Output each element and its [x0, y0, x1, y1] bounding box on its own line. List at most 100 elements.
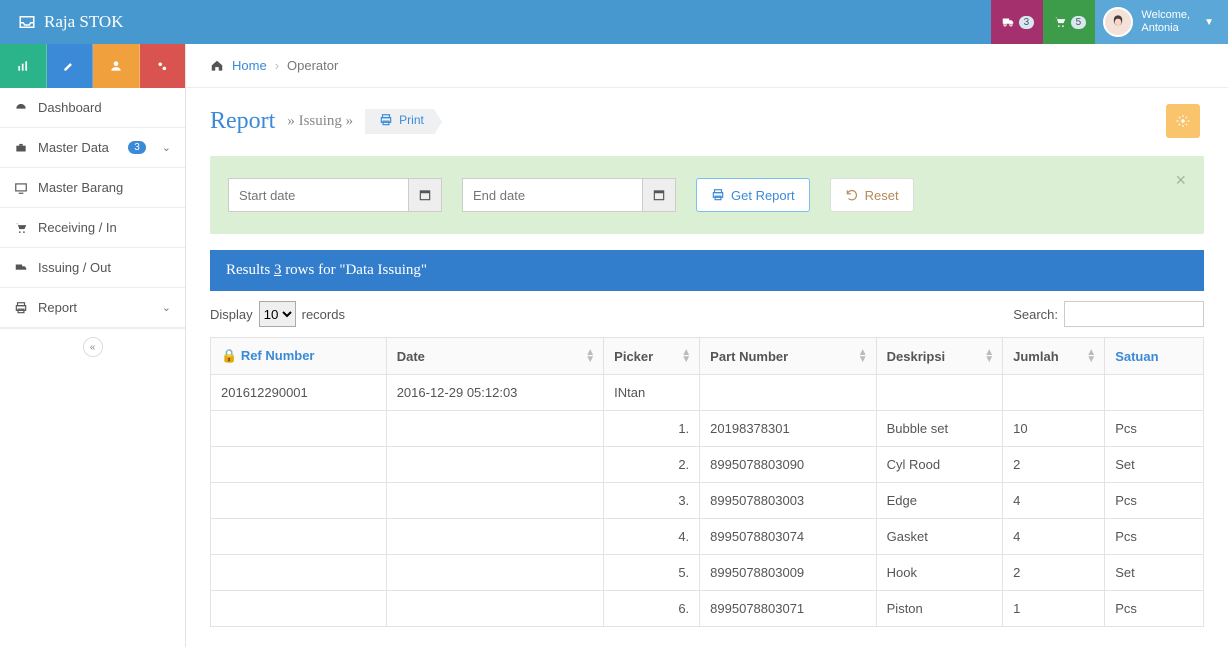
table-cell: 2 — [1003, 447, 1105, 483]
pencil-icon — [62, 59, 76, 73]
end-date-input[interactable] — [462, 178, 676, 212]
search-input[interactable] — [1064, 301, 1204, 327]
get-report-button[interactable]: Get Report — [696, 178, 810, 212]
display-label: Display — [210, 307, 253, 322]
inbox-icon — [18, 13, 36, 31]
breadcrumb: Home › Operator — [186, 44, 1228, 88]
sidebar-item-issuing[interactable]: Issuing / Out — [0, 248, 185, 288]
table-row: 1.20198378301Bubble set10Pcs — [211, 411, 1204, 447]
reset-button[interactable]: Reset — [830, 178, 914, 212]
table-cell: 10 — [1003, 411, 1105, 447]
page-length-select[interactable]: 10 — [259, 301, 296, 327]
table-row: 2.8995078803090Cyl Rood2Set — [211, 447, 1204, 483]
breadcrumb-sep: › — [275, 58, 279, 73]
table-cell: 2016-12-29 05:12:03 — [386, 375, 603, 411]
truck-icon — [1001, 15, 1015, 29]
table-cell: 8995078803071 — [700, 591, 876, 627]
brand-text: Raja STOK — [44, 12, 124, 32]
table-cell — [386, 555, 603, 591]
table-row: 4.8995078803074Gasket4Pcs — [211, 519, 1204, 555]
table-cell: Cyl Rood — [876, 447, 1003, 483]
table-cell: Piston — [876, 591, 1003, 627]
table-cell: Set — [1105, 555, 1204, 591]
print-icon — [711, 188, 725, 202]
sidebar-collapse[interactable]: « — [0, 328, 185, 365]
data-table: 🔒 Ref Number Date▲▼ Picker▲▼ Part Number… — [210, 337, 1204, 627]
chevron-down-icon: ⌄ — [162, 141, 171, 154]
print-button[interactable]: Print — [379, 113, 424, 127]
home-icon — [210, 59, 224, 73]
table-cell: Pcs — [1105, 591, 1204, 627]
table-cell: 20198378301 — [700, 411, 876, 447]
table-cell — [386, 447, 603, 483]
topbar: Raja STOK 3 5 Welcome, Antonia ▼ — [0, 0, 1228, 44]
table-cell: 8995078803090 — [700, 447, 876, 483]
table-controls: Display 10 records Search: — [210, 301, 1204, 327]
sidebar-item-master-barang[interactable]: Master Barang — [0, 168, 185, 208]
table-cell: Pcs — [1105, 411, 1204, 447]
chevron-down-icon: ⌄ — [162, 301, 171, 314]
sidebar-item-report[interactable]: Report ⌄ — [0, 288, 185, 328]
user-menu[interactable]: Welcome, Antonia ▼ — [1095, 0, 1228, 44]
table-cell: 3. — [604, 483, 700, 519]
sidebar-item-master-data[interactable]: Master Data 3 ⌄ — [0, 128, 185, 168]
calendar-icon[interactable] — [408, 178, 442, 212]
table-cell — [211, 483, 387, 519]
sidebar-action-edit[interactable] — [47, 44, 94, 88]
start-date-input[interactable] — [228, 178, 442, 212]
col-desc[interactable]: Deskripsi▲▼ — [876, 338, 1003, 375]
end-date-field[interactable] — [462, 178, 642, 212]
table-cell: Gasket — [876, 519, 1003, 555]
sort-icon: ▲▼ — [984, 349, 994, 363]
sidebar-action-settings[interactable] — [140, 44, 186, 88]
col-date[interactable]: Date▲▼ — [386, 338, 603, 375]
table-cell: 6. — [604, 591, 700, 627]
table-cell — [386, 519, 603, 555]
breadcrumb-current: Operator — [287, 58, 338, 73]
table-cell: Hook — [876, 555, 1003, 591]
table-cell — [700, 375, 876, 411]
table-cell — [1105, 375, 1204, 411]
filter-close-button[interactable]: × — [1175, 170, 1186, 191]
sidebar-item-receiving[interactable]: Receiving / In — [0, 208, 185, 248]
sidebar-badge: 3 — [128, 141, 146, 154]
sidebar-actions — [0, 44, 185, 88]
col-sat[interactable]: Satuan — [1105, 338, 1204, 375]
records-label: records — [302, 307, 345, 322]
sidebar-action-user[interactable] — [93, 44, 140, 88]
col-ref[interactable]: 🔒 Ref Number — [211, 338, 387, 375]
brand[interactable]: Raja STOK — [0, 12, 124, 32]
table-cell — [386, 591, 603, 627]
table-cell: Edge — [876, 483, 1003, 519]
user-icon — [109, 59, 123, 73]
breadcrumb-home[interactable]: Home — [232, 58, 267, 73]
table-cell — [386, 483, 603, 519]
start-date-field[interactable] — [228, 178, 408, 212]
col-part[interactable]: Part Number▲▼ — [700, 338, 876, 375]
topbar-truck-button[interactable]: 3 — [991, 0, 1043, 44]
truck-count: 3 — [1019, 16, 1035, 29]
dashboard-icon — [14, 101, 28, 115]
avatar — [1103, 7, 1133, 37]
table-cell: 4. — [604, 519, 700, 555]
table-cell: 201612290001 — [211, 375, 387, 411]
calendar-icon[interactable] — [642, 178, 676, 212]
page-title: Report — [210, 108, 275, 135]
sidebar-item-label: Master Barang — [38, 180, 123, 195]
table-row: 2016122900012016-12-29 05:12:03INtan — [211, 375, 1204, 411]
table-cell: INtan — [604, 375, 700, 411]
print-icon — [379, 113, 393, 127]
truck-icon — [14, 261, 28, 275]
sidebar-item-dashboard[interactable]: Dashboard — [0, 88, 185, 128]
bars-icon — [16, 59, 30, 73]
sidebar-item-label: Issuing / Out — [38, 260, 111, 275]
topbar-cart-button[interactable]: 5 — [1043, 0, 1095, 44]
sidebar-action-stats[interactable] — [0, 44, 47, 88]
col-picker[interactable]: Picker▲▼ — [604, 338, 700, 375]
sidebar-item-label: Dashboard — [38, 100, 102, 115]
col-jml[interactable]: Jumlah▲▼ — [1003, 338, 1105, 375]
table-cell — [876, 375, 1003, 411]
monitor-icon — [14, 181, 28, 195]
sidebar-item-label: Master Data — [38, 140, 109, 155]
page-settings-button[interactable] — [1166, 104, 1200, 138]
